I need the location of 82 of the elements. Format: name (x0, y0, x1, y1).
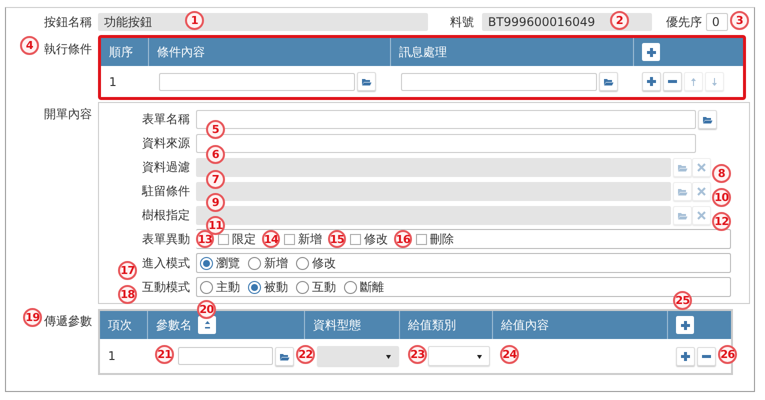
radio-button[interactable] (200, 280, 213, 294)
callout-number: 3 (730, 11, 749, 30)
dropdown[interactable] (428, 346, 490, 366)
checkbox-option[interactable]: 修改 (350, 230, 388, 248)
plus-icon (646, 76, 657, 87)
radio-option[interactable]: 被動 (248, 278, 288, 296)
column-header: 參數名 (156, 316, 192, 334)
plus-icon (646, 46, 656, 58)
radio-option[interactable]: 新增 (248, 254, 288, 272)
column-header: 資料型態 (313, 316, 361, 334)
radio-option[interactable]: 修改 (296, 254, 336, 272)
callout-number: 4 (20, 36, 39, 55)
text-field[interactable] (401, 72, 597, 90)
radio-option[interactable]: 主動 (200, 278, 240, 296)
section-label: 執行條件 (44, 42, 92, 56)
radio-button[interactable] (296, 256, 309, 270)
callout-number: 18 (118, 285, 137, 304)
folder-icon (361, 76, 372, 87)
browse-button[interactable] (599, 72, 618, 91)
callout-number: 8 (712, 164, 731, 183)
sort-button[interactable] (198, 316, 216, 334)
priority-field[interactable]: 0 (706, 13, 728, 31)
plus-icon (680, 350, 691, 362)
radio-button[interactable] (344, 280, 357, 294)
browse-button[interactable] (275, 346, 294, 366)
field-label: 進入模式 (142, 256, 190, 270)
checkbox-option[interactable]: 新增 (284, 230, 322, 248)
radio-option[interactable]: 互動 (296, 278, 336, 296)
field-label: 互動模式 (142, 280, 190, 294)
add-button[interactable] (642, 43, 660, 61)
callout-number: 17 (118, 261, 137, 280)
plus-icon (680, 320, 690, 330)
up-arrow-icon (688, 76, 699, 87)
callout-number: 15 (328, 230, 346, 248)
remove-button[interactable] (663, 72, 682, 91)
close-icon (696, 162, 707, 172)
callout-number: 25 (673, 291, 692, 310)
section-label: 傳遞參數 (44, 314, 92, 328)
field-label: 資料來源 (142, 136, 190, 150)
checkbox[interactable] (218, 234, 229, 244)
callout-number: 10 (712, 188, 731, 207)
close-icon (696, 186, 707, 196)
field-label: 表單名稱 (142, 112, 190, 126)
text-field[interactable] (178, 347, 273, 365)
checkbox-option[interactable]: 刪除 (416, 230, 454, 248)
row-number: 1 (108, 349, 116, 363)
add-button[interactable] (642, 72, 661, 91)
checkbox[interactable] (416, 234, 427, 244)
row-number: 1 (109, 74, 117, 88)
field-label: 優先序 (666, 14, 702, 30)
field-label: 表單異動 (142, 232, 190, 246)
browse-button[interactable] (357, 72, 376, 91)
column-header: 項次 (108, 316, 132, 334)
close-icon (696, 210, 707, 220)
column-header: 給值類別 (408, 316, 456, 334)
text-field[interactable] (159, 72, 355, 90)
browse-button[interactable] (698, 110, 717, 128)
add-button[interactable] (676, 316, 694, 334)
field-label: 資料過濾 (142, 160, 190, 174)
field-label: 樹根指定 (142, 208, 190, 222)
radio-button[interactable] (200, 256, 213, 270)
radio-button[interactable] (248, 256, 261, 270)
checkbox[interactable] (350, 234, 361, 244)
callout-number: 20 (197, 300, 216, 319)
radio-option[interactable]: 瀏覽 (200, 254, 240, 272)
section-label: 開單內容 (44, 107, 92, 121)
column-header: 給值內容 (501, 316, 549, 334)
folder-icon (603, 76, 614, 87)
radio-option[interactable]: 斷離 (344, 278, 384, 296)
field-label: 駐留條件 (142, 184, 190, 198)
down-arrow-icon (709, 76, 720, 87)
callout-number: 16 (394, 230, 412, 248)
callout-number: 12 (712, 212, 731, 231)
checkbox[interactable] (284, 234, 295, 244)
radio-button[interactable] (296, 280, 309, 294)
remove-button[interactable] (697, 346, 716, 366)
radio-button[interactable] (248, 280, 261, 294)
callout-number: 19 (23, 308, 42, 327)
callout-number: 13 (196, 230, 214, 248)
add-button[interactable] (676, 346, 695, 366)
field-label: 按鈕名稱 (44, 14, 92, 28)
field-label: 料號 (450, 14, 474, 30)
